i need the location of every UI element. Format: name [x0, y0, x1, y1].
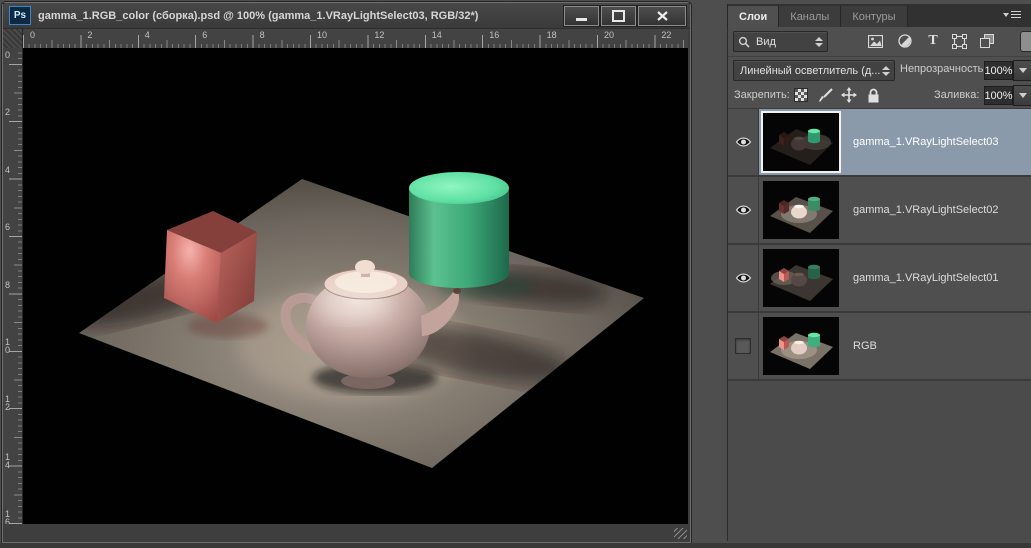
layer-thumbnail[interactable] — [763, 249, 839, 307]
fill-label: Заливка: — [934, 89, 979, 101]
ruler-tick-label: 8 — [260, 30, 265, 40]
layers-panel: Слои Каналы Контуры Вид — [727, 4, 1031, 541]
fill-value-field[interactable]: 100% — [984, 86, 1013, 105]
ruler-tick-label: 16 — [5, 510, 12, 524]
eye-icon — [735, 136, 752, 148]
opacity-dropdown-button[interactable] — [1013, 60, 1031, 81]
ruler-tick-label: 4 — [145, 30, 150, 40]
filter-type-icon[interactable]: T — [924, 33, 942, 49]
panel-tab-bar: Слои Каналы Контуры — [727, 4, 1031, 27]
tab-layers[interactable]: Слои — [728, 6, 779, 27]
search-icon — [738, 36, 750, 48]
ruler-tick-label: 12 — [374, 30, 384, 40]
updown-spinner-icon — [882, 66, 890, 76]
ruler-tick-label: 20 — [604, 30, 614, 40]
updown-spinner-icon — [815, 37, 823, 47]
photoshop-logo-icon: Ps — [9, 6, 31, 25]
ruler-tick-label: 22 — [661, 30, 671, 40]
opacity-value-field[interactable]: 100% — [984, 61, 1013, 80]
canvas-image[interactable] — [23, 48, 688, 524]
layer-row-vraylightselect02[interactable]: gamma_1.VRayLightSelect02 — [728, 177, 1031, 245]
blend-mode-dropdown[interactable]: Линейный осветлитель (д... — [733, 60, 895, 81]
eye-icon — [735, 272, 752, 284]
close-button[interactable] — [638, 6, 686, 26]
opacity-label: Непрозрачность: — [900, 63, 986, 75]
lock-label: Закрепить: — [734, 89, 790, 101]
ruler-tick-label: 0 — [5, 51, 12, 59]
triangle-down-icon — [1019, 93, 1027, 98]
blend-mode-row: Линейный осветлитель (д... Непрозрачност… — [728, 56, 1031, 83]
ruler-tick-label: 8 — [5, 281, 12, 289]
filter-kind-value: Вид — [750, 36, 782, 48]
ruler-tick-label: 6 — [5, 223, 12, 231]
ruler-tick-label: 4 — [5, 166, 12, 174]
app-bottom-edge — [0, 543, 1031, 548]
minimize-button[interactable] — [564, 6, 599, 26]
render-scene — [23, 48, 688, 524]
layer-row-rgb[interactable]: RGB — [728, 313, 1031, 381]
ruler-tick-label: 6 — [202, 30, 207, 40]
layer-name: gamma_1.VRayLightSelect02 — [853, 204, 999, 216]
lock-position-move-icon[interactable] — [840, 87, 858, 103]
layer-name: gamma_1.VRayLightSelect01 — [853, 272, 999, 284]
layer-thumbnail[interactable] — [763, 317, 839, 375]
layers-list: gamma_1.VRayLightSelect03 — [728, 108, 1031, 381]
menu-lines-icon — [1011, 11, 1021, 20]
panel-menu-button[interactable] — [1003, 10, 1021, 21]
maximize-icon — [612, 10, 625, 22]
visibility-toggle[interactable] — [728, 313, 759, 379]
layer-thumbnail[interactable] — [763, 113, 839, 171]
layer-name: gamma_1.VRayLightSelect03 — [853, 136, 999, 148]
minimize-icon — [576, 18, 587, 21]
maximize-button[interactable] — [601, 6, 636, 26]
panel-body: Вид T — [727, 27, 1031, 541]
triangle-down-icon — [1003, 13, 1009, 17]
lock-all-padlock-icon[interactable] — [864, 87, 882, 103]
filter-shape-icon[interactable] — [950, 33, 968, 49]
ruler-tick-label: 0 — [30, 30, 35, 40]
ruler-tick-label: 10 — [5, 338, 12, 354]
document-title: gamma_1.RGB_color (сборка).psd @ 100% (g… — [38, 10, 562, 22]
layer-row-vraylightselect03[interactable]: gamma_1.VRayLightSelect03 — [728, 109, 1031, 177]
visibility-toggle[interactable] — [728, 109, 759, 175]
horizontal-ruler: 0 2 4 6 8 10 12 14 16 18 20 22 — [23, 29, 688, 49]
tab-channels[interactable]: Каналы — [779, 6, 841, 27]
ruler-tick-label: 14 — [5, 453, 12, 469]
visibility-toggle[interactable] — [728, 245, 759, 311]
lock-row: Закрепить: Заливка: 100% — [728, 83, 1031, 108]
ruler-tick-label: 10 — [317, 30, 327, 40]
close-icon — [657, 11, 668, 21]
filter-image-icon[interactable] — [866, 33, 884, 49]
fill-dropdown-button[interactable] — [1013, 85, 1031, 106]
document-title-bar[interactable]: Ps gamma_1.RGB_color (сборка).psd @ 100%… — [3, 3, 690, 29]
ruler-tick-label: 18 — [547, 30, 557, 40]
layer-filter-row: Вид T — [728, 27, 1031, 56]
filter-kind-dropdown[interactable]: Вид — [733, 31, 828, 52]
lock-pixels-brush-icon[interactable] — [817, 87, 835, 103]
filter-adjustment-icon[interactable] — [896, 33, 914, 49]
window-resize-grip[interactable] — [674, 528, 687, 539]
visibility-toggle[interactable] — [728, 177, 759, 243]
ruler-tick-label: 2 — [87, 30, 92, 40]
ruler-tick-label: 2 — [5, 108, 12, 116]
hidden-visibility-box-icon — [735, 338, 751, 354]
photoshop-app: Ps gamma_1.RGB_color (сборка).psd @ 100%… — [0, 0, 1031, 548]
document-window: Ps gamma_1.RGB_color (сборка).psd @ 100%… — [2, 2, 691, 543]
layer-row-vraylightselect01[interactable]: gamma_1.VRayLightSelect01 — [728, 245, 1031, 313]
lock-transparency-icon[interactable] — [792, 87, 810, 103]
ruler-tick-label: 14 — [432, 30, 442, 40]
blend-mode-value: Линейный осветлитель (д... — [734, 65, 882, 77]
ruler-origin-box[interactable] — [3, 29, 23, 49]
ruler-tick-label: 16 — [489, 30, 499, 40]
layer-thumbnail[interactable] — [763, 181, 839, 239]
layer-name: RGB — [853, 340, 877, 352]
ruler-tick-label: 12 — [5, 395, 12, 411]
tab-paths[interactable]: Контуры — [841, 6, 907, 27]
filter-toggle-switch[interactable] — [1020, 31, 1031, 52]
vertical-ruler: 0 2 4 6 8 10 12 14 16 — [3, 48, 23, 524]
filter-smart-object-icon[interactable] — [978, 33, 996, 49]
triangle-down-icon — [1019, 68, 1027, 73]
eye-icon — [735, 204, 752, 216]
